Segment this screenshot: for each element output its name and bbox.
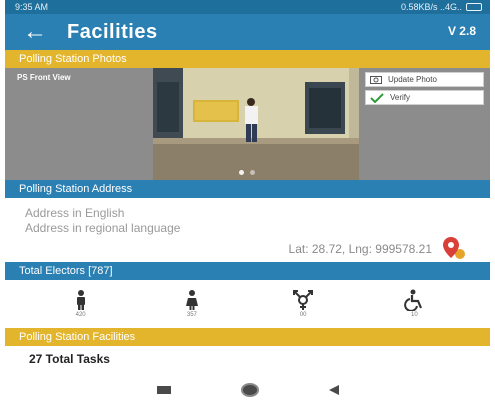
- address-block: Address in English Address in regional l…: [5, 198, 490, 260]
- elector-pwd: 10: [384, 289, 444, 318]
- page-title: Facilities: [67, 20, 158, 43]
- carousel-indicator: [239, 170, 255, 175]
- elector-male: 420: [51, 289, 111, 318]
- address-section-header: Polling Station Address: [5, 180, 490, 198]
- status-bar: 9:35 AM 0.58KB/s ..4G..: [5, 0, 490, 14]
- camera-icon: [370, 76, 382, 84]
- photo-carousel[interactable]: PS Front View Update Photo Verify: [5, 68, 490, 180]
- address-english: Address in English: [25, 206, 125, 220]
- app-screen: 9:35 AM 0.58KB/s ..4G.. ← Facilities V 2…: [5, 0, 490, 405]
- system-back-button[interactable]: [328, 384, 339, 395]
- electors-section-header: Total Electors [787]: [5, 262, 490, 280]
- network-speed: 0.58KB/s ..4G..: [400, 2, 462, 12]
- pwd-count: 10: [411, 311, 418, 318]
- female-icon: [185, 289, 198, 310]
- check-icon: [370, 92, 384, 103]
- female-count: 357: [186, 311, 197, 318]
- male-count: 420: [75, 311, 86, 318]
- verify-button[interactable]: Verify: [365, 90, 484, 105]
- status-indicators: 0.58KB/s ..4G..: [401, 2, 482, 12]
- map-pin-icon[interactable]: [442, 236, 468, 260]
- electors-breakdown: 420 357 00 10: [5, 280, 490, 326]
- photo-actions: Update Photo Verify: [359, 68, 490, 180]
- third-gender-count: 00: [299, 311, 307, 318]
- third-gender-icon: [293, 289, 314, 310]
- system-nav-bar: [5, 374, 490, 405]
- home-button[interactable]: [240, 382, 259, 397]
- update-photo-label: Update Photo: [388, 75, 437, 84]
- battery-icon: [466, 3, 482, 11]
- facilities-section-title: Polling Station Facilities: [19, 331, 136, 343]
- address-regional: Address in regional language: [25, 221, 181, 235]
- photos-section-title: Polling Station Photos: [19, 53, 127, 65]
- status-time: 9:35 AM: [15, 2, 49, 12]
- polling-station-photo[interactable]: [153, 68, 359, 180]
- address-section-title: Polling Station Address: [19, 183, 133, 195]
- elector-third-gender: 00: [273, 289, 333, 318]
- lat-lng-readout: Lat: 28.72, Lng: 999578.21: [288, 242, 432, 256]
- carousel-dot: [250, 170, 255, 175]
- arrow-left-icon[interactable]: ←: [15, 14, 55, 50]
- photo-caption: PS Front View: [17, 73, 71, 82]
- total-tasks[interactable]: 27 Total Tasks: [29, 352, 110, 366]
- photos-section-header: Polling Station Photos: [5, 50, 490, 68]
- version-label: V 2.8: [447, 24, 476, 38]
- wheelchair-icon: [404, 289, 423, 311]
- facilities-section-header[interactable]: Polling Station Facilities: [5, 328, 490, 346]
- carousel-dot-active: [239, 170, 244, 175]
- photo-illustration: [153, 68, 359, 180]
- update-photo-button[interactable]: Update Photo: [365, 72, 484, 87]
- recent-apps-button[interactable]: [156, 385, 171, 394]
- app-bar: ← Facilities V 2.8: [5, 14, 490, 50]
- verify-label: Verify: [390, 93, 411, 102]
- male-icon: [76, 289, 85, 310]
- elector-female: 357: [162, 289, 222, 318]
- electors-section-title: Total Electors [787]: [19, 265, 113, 277]
